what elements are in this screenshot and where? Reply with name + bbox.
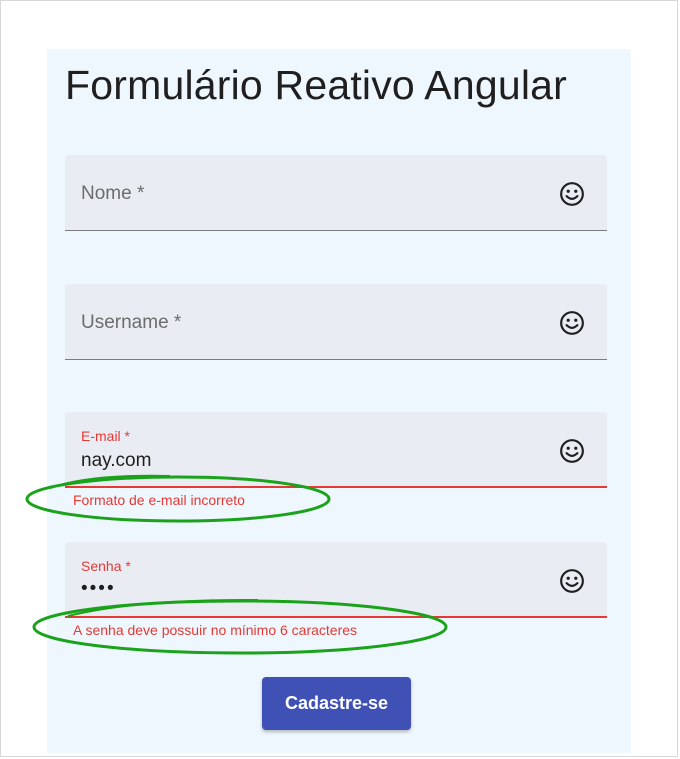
senha-error: A senha deve possuir no mínimo 6 caracte…	[73, 622, 358, 638]
nome-label: Nome *	[81, 183, 145, 204]
smile-icon	[560, 569, 584, 593]
username-field[interactable]: Username *	[65, 284, 607, 360]
cadastre-se-button[interactable]: Cadastre-se	[262, 677, 411, 730]
smile-icon	[560, 439, 584, 463]
username-label: Username *	[81, 312, 182, 333]
senha-value: ••••	[81, 578, 116, 599]
senha-field[interactable]: Senha * ••••	[65, 542, 607, 618]
nome-field[interactable]: Nome *	[65, 155, 607, 231]
smile-icon	[560, 311, 584, 335]
page-title: Formulário Reativo Angular	[65, 62, 567, 108]
senha-label: Senha *	[81, 558, 131, 574]
smile-icon	[560, 182, 584, 206]
email-field[interactable]: E-mail * nay.com	[65, 412, 607, 488]
email-label: E-mail *	[81, 428, 131, 444]
email-value: nay.com	[81, 450, 152, 471]
email-error: Formato de e-mail incorreto	[73, 492, 245, 508]
